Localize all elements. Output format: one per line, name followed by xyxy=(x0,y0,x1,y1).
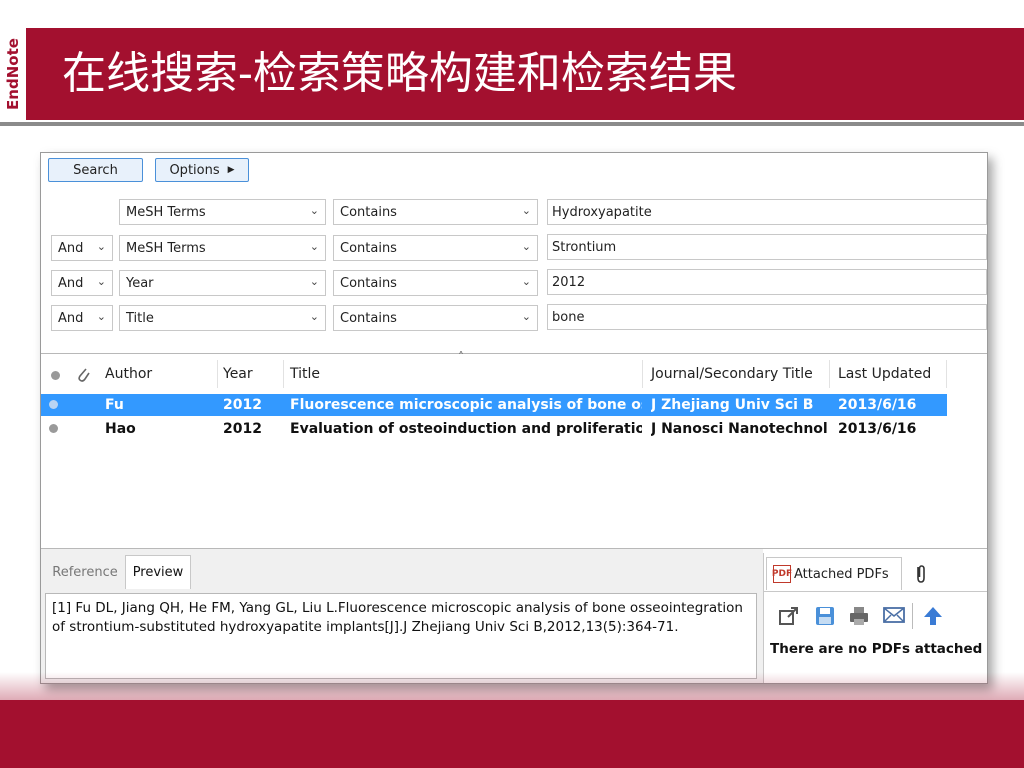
attached-pdfs-panel: PDF Attached PDFs There are no PDFs atta… xyxy=(763,553,988,683)
cell-author: Fu xyxy=(105,397,124,413)
open-link-icon[interactable] xyxy=(778,605,800,633)
search-operator-select-2[interactable]: Contains ⌄ xyxy=(333,235,538,261)
email-icon[interactable] xyxy=(882,605,906,631)
print-icon[interactable] xyxy=(848,605,870,633)
cell-year: 2012 xyxy=(223,421,262,437)
chevron-down-icon: ⌄ xyxy=(309,204,319,217)
endnote-window: Search Options ▶ MeSH Terms ⌄ Contains ⌄… xyxy=(40,152,988,684)
tab-label: Reference xyxy=(52,564,118,580)
chevron-down-icon: ⌄ xyxy=(309,310,319,323)
endnote-logo: EndNote xyxy=(0,28,26,120)
table-row[interactable]: Fu 2012 Fluorescence microscopic analysi… xyxy=(41,394,947,416)
cell-title: Fluorescence microscopic analysis of bon… xyxy=(290,397,642,413)
operator-label: Contains xyxy=(340,275,397,291)
field-label: Year xyxy=(126,275,154,291)
reference-preview: [1] Fu DL, Jiang QH, He FM, Yang GL, Liu… xyxy=(45,593,757,679)
cell-author: Hao xyxy=(105,421,136,437)
table-row[interactable]: Hao 2012 Evaluation of osteoinduction an… xyxy=(41,418,947,440)
bool-label: And xyxy=(58,240,84,256)
search-field-select-4[interactable]: Title ⌄ xyxy=(119,305,326,331)
slide-title: 在线搜索-检索策略构建和检索结果 xyxy=(62,48,737,99)
column-label: Last Updated xyxy=(838,366,932,382)
tab-label: Preview xyxy=(132,565,184,580)
search-value-input-1[interactable]: Hydroxyapatite xyxy=(547,199,987,225)
read-status-icon xyxy=(49,400,58,409)
bool-label: And xyxy=(58,310,84,326)
search-field-select-2[interactable]: MeSH Terms ⌄ xyxy=(119,235,326,261)
column-label: Title xyxy=(290,366,321,382)
chevron-down-icon: ⌄ xyxy=(521,310,531,323)
chevron-down-icon: ⌄ xyxy=(521,240,531,253)
column-header-last-updated[interactable]: Last Updated xyxy=(838,360,947,388)
chevron-down-icon: ⌄ xyxy=(521,275,531,288)
chevron-down-icon: ⌄ xyxy=(309,240,319,253)
chevron-down-icon: ⌄ xyxy=(521,204,531,217)
search-value-input-3[interactable]: 2012 xyxy=(547,269,987,295)
search-field-select-1[interactable]: MeSH Terms ⌄ xyxy=(119,199,326,225)
chevron-down-icon: ⌄ xyxy=(96,310,106,323)
options-button-label: Options xyxy=(169,162,220,178)
cell-last-updated: 2013/6/16 xyxy=(838,421,917,437)
options-button[interactable]: Options ▶ xyxy=(155,158,249,182)
save-icon[interactable] xyxy=(814,605,836,633)
slide-footer-band xyxy=(0,700,1024,768)
paperclip-icon[interactable] xyxy=(914,563,928,589)
tab-label: Attached PDFs xyxy=(794,566,889,582)
sort-ascending-icon: ˄ xyxy=(458,350,464,364)
tab-attached-pdfs[interactable]: PDF Attached PDFs xyxy=(766,557,902,590)
column-header-journal[interactable]: Journal/Secondary Title xyxy=(651,360,830,388)
search-field-select-3[interactable]: Year ⌄ xyxy=(119,270,326,296)
cell-journal: J Nanosci Nanotechnol xyxy=(651,421,828,437)
search-button[interactable]: Search xyxy=(48,158,143,182)
search-bool-select-4[interactable]: And ⌄ xyxy=(51,305,113,331)
paperclip-icon xyxy=(75,365,91,387)
chevron-down-icon: ⌄ xyxy=(96,275,106,288)
column-header-title[interactable]: Title ˄ xyxy=(290,350,643,388)
up-arrow-icon[interactable] xyxy=(922,605,944,633)
operator-label: Contains xyxy=(340,310,397,326)
field-label: MeSH Terms xyxy=(126,204,206,220)
field-label: Title xyxy=(126,310,154,326)
chevron-down-icon: ⌄ xyxy=(309,275,319,288)
search-value-input-2[interactable]: Strontium xyxy=(547,234,987,260)
column-label: Journal/Secondary Title xyxy=(651,366,813,382)
preview-citation-text: [1] Fu DL, Jiang QH, He FM, Yang GL, Liu… xyxy=(52,600,743,635)
toolbar-separator xyxy=(912,603,913,629)
pdf-icon: PDF xyxy=(772,565,792,583)
cell-title: Evaluation of osteoinduction and prolife… xyxy=(290,421,642,437)
search-panel: Search Options ▶ MeSH Terms ⌄ Contains ⌄… xyxy=(41,153,987,351)
search-bool-select-2[interactable]: And ⌄ xyxy=(51,235,113,261)
search-operator-select-3[interactable]: Contains ⌄ xyxy=(333,270,538,296)
column-label: Year xyxy=(223,366,253,382)
cell-last-updated: 2013/6/16 xyxy=(838,397,917,413)
search-bool-select-3[interactable]: And ⌄ xyxy=(51,270,113,296)
search-button-label: Search xyxy=(73,162,118,178)
operator-label: Contains xyxy=(340,240,397,256)
search-operator-select-1[interactable]: Contains ⌄ xyxy=(333,199,538,225)
cell-year: 2012 xyxy=(223,397,262,413)
field-label: MeSH Terms xyxy=(126,240,206,256)
bool-label: And xyxy=(58,275,84,291)
column-label: Author xyxy=(105,366,153,382)
column-header-author[interactable]: Author xyxy=(105,360,218,388)
search-operator-select-4[interactable]: Contains ⌄ xyxy=(333,305,538,331)
operator-label: Contains xyxy=(340,204,397,220)
search-value-input-4[interactable]: bone xyxy=(547,304,987,330)
no-pdfs-message: There are no PDFs attached to xyxy=(770,641,988,657)
cell-journal: J Zhejiang Univ Sci B xyxy=(651,397,814,413)
bottom-fade xyxy=(0,672,1024,700)
column-header-year[interactable]: Year xyxy=(223,360,284,388)
read-status-icon xyxy=(49,424,58,433)
read-status-column-icon xyxy=(51,371,60,380)
chevron-down-icon: ⌄ xyxy=(96,240,106,253)
tab-reference[interactable]: Reference xyxy=(45,555,125,589)
tab-preview[interactable]: Preview xyxy=(125,555,191,589)
header-divider xyxy=(0,122,1024,126)
results-table: Author Year Title ˄ Journal/Secondary Ti… xyxy=(41,350,987,549)
endnote-logo-text: EndNote xyxy=(4,38,22,110)
triangle-right-icon: ▶ xyxy=(227,165,235,175)
